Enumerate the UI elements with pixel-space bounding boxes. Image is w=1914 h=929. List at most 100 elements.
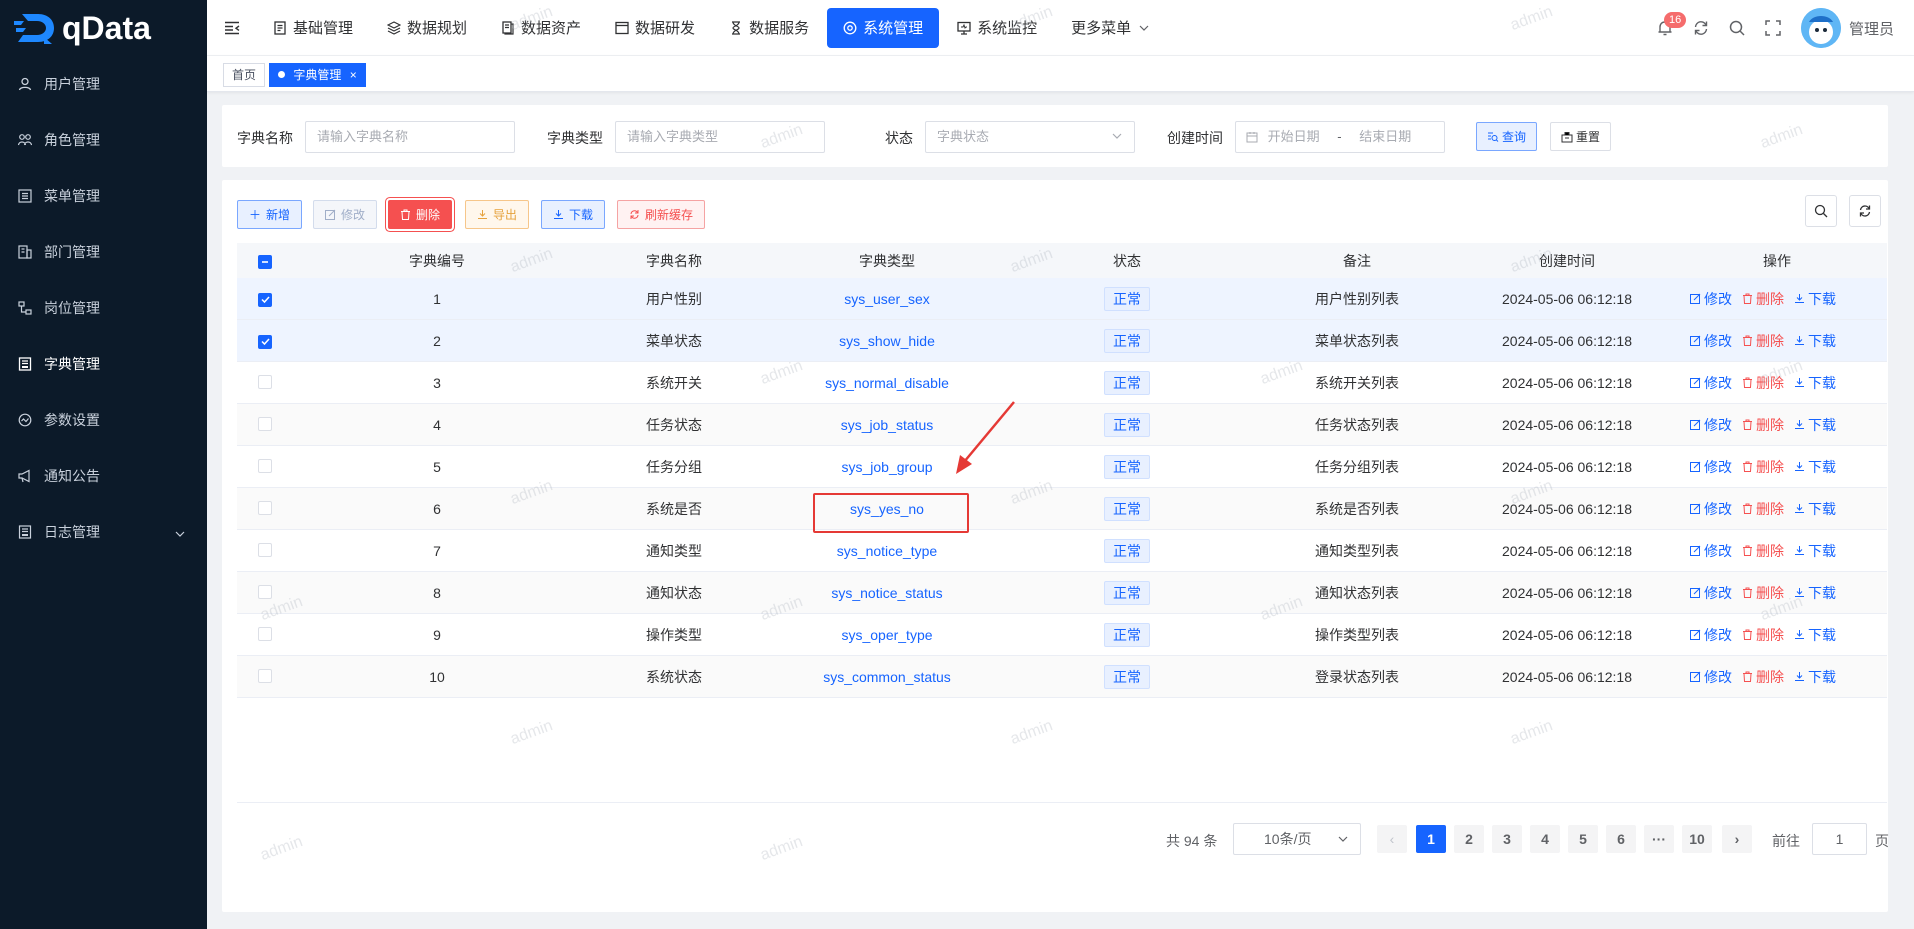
cell-type-link[interactable]: sys_oper_type [767,627,1007,643]
row-download-link[interactable]: 下载 [1794,667,1836,687]
refresh-table-button[interactable] [1849,195,1881,227]
table-row[interactable]: 4 任务状态 sys_job_status 正常 任务状态列表 2024-05-06 06… [237,404,1887,446]
sidebar-item-department[interactable]: 部门管理 [0,224,207,280]
tag-home[interactable]: 首页 [223,63,266,87]
row-edit-link[interactable]: 修改 [1690,541,1732,561]
row-delete-link[interactable]: 删除 [1742,415,1784,435]
row-download-link[interactable]: 下载 [1794,373,1836,393]
sidebar-item-user[interactable]: 用户管理 [0,56,207,112]
date-range-picker[interactable]: 开始日期 - 结束日期 [1235,121,1445,153]
next-page-button[interactable]: › [1722,825,1752,853]
row-delete-link[interactable]: 删除 [1742,289,1784,309]
logo[interactable]: qData [0,0,207,56]
row-download-link[interactable]: 下载 [1794,289,1836,309]
close-icon[interactable]: × [350,68,357,82]
export-button[interactable]: 导出 [465,200,530,229]
edit-button[interactable]: 修改 [313,200,378,229]
row-checkbox[interactable] [258,291,272,307]
sidebar-item-notice[interactable]: 通知公告 [0,448,207,504]
nav-more-menu[interactable]: 更多菜单 [1055,8,1165,48]
row-download-link[interactable]: 下载 [1794,499,1836,519]
nav-data-service[interactable]: 数据服务 [713,8,825,48]
row-checkbox[interactable] [258,417,272,431]
cell-type-link[interactable]: sys_notice_status [767,585,1007,601]
query-button[interactable]: 查询 [1476,122,1538,151]
table-row[interactable]: 3 系统开关 sys_normal_disable 正常 系统开关列表 2024-05-0… [237,362,1887,404]
reset-button[interactable]: 重置 [1550,122,1612,151]
page-6[interactable]: 6 [1606,825,1636,853]
nav-system-management[interactable]: 系统管理 [827,7,940,48]
page-more[interactable]: ··· [1644,825,1674,853]
row-download-link[interactable]: 下载 [1794,331,1836,351]
col-header-remark[interactable]: 备注 [1267,251,1447,271]
page-3[interactable]: 3 [1492,825,1522,853]
table-row[interactable]: 7 通知类型 sys_notice_type 正常 通知类型列表 2024-05-06 0… [237,530,1887,572]
row-edit-link[interactable]: 修改 [1690,625,1732,645]
row-edit-link[interactable]: 修改 [1690,289,1732,309]
cell-type-link[interactable]: sys_common_status [767,669,1007,685]
dict-type-input[interactable]: 请输入字典类型 [615,121,825,153]
col-header-type[interactable]: 字典类型 [767,251,1007,271]
nav-data-assets[interactable]: 数据资产 [485,8,597,48]
table-row[interactable]: 5 任务分组 sys_job_group 正常 任务分组列表 2024-05-06 06:… [237,446,1887,488]
select-all-checkbox[interactable] [258,253,272,269]
col-header-id[interactable]: 字典编号 [357,251,517,271]
page-10[interactable]: 10 [1682,825,1712,853]
row-download-link[interactable]: 下载 [1794,457,1836,477]
table-row[interactable]: 8 通知状态 sys_notice_status 正常 通知状态列表 2024-05-06… [237,572,1887,614]
sidebar-item-menu[interactable]: 菜单管理 [0,168,207,224]
row-checkbox[interactable] [258,333,272,349]
row-download-link[interactable]: 下载 [1794,415,1836,435]
row-checkbox[interactable] [258,585,272,599]
row-checkbox[interactable] [258,669,272,683]
cell-type-link[interactable]: sys_normal_disable [767,375,1007,391]
sidebar-item-settings[interactable]: 参数设置 [0,392,207,448]
row-checkbox[interactable] [258,375,272,389]
goto-page-input[interactable]: 1 [1812,823,1867,855]
row-delete-link[interactable]: 删除 [1742,583,1784,603]
row-checkbox[interactable] [258,459,272,473]
sidebar-item-role[interactable]: 角色管理 [0,112,207,168]
table-row[interactable]: 2 菜单状态 sys_show_hide 正常 菜单状态列表 2024-05-06 06:… [237,320,1887,362]
prev-page-button[interactable]: ‹ [1377,825,1407,853]
cell-type-link[interactable]: sys_user_sex [767,291,1007,307]
row-delete-link[interactable]: 删除 [1742,667,1784,687]
row-download-link[interactable]: 下载 [1794,625,1836,645]
sidebar-item-log[interactable]: 日志管理 [0,504,207,560]
col-header-time[interactable]: 创建时间 [1467,251,1667,271]
table-row[interactable]: 10 系统状态 sys_common_status 正常 登录状态列表 2024-05-0… [237,656,1887,698]
page-size-select[interactable]: 10条/页 [1233,823,1361,855]
nav-basic-management[interactable]: 基础管理 [257,8,369,48]
row-edit-link[interactable]: 修改 [1690,499,1732,519]
status-select[interactable]: 字典状态 [925,121,1135,153]
table-row[interactable]: 1 用户性别 sys_user_sex 正常 用户性别列表 2024-05-06 06:1… [237,278,1887,320]
row-edit-link[interactable]: 修改 [1690,415,1732,435]
row-edit-link[interactable]: 修改 [1690,373,1732,393]
row-download-link[interactable]: 下载 [1794,583,1836,603]
table-row[interactable]: 9 操作类型 sys_oper_type 正常 操作类型列表 2024-05-06 06:… [237,614,1887,656]
cell-type-link[interactable]: sys_notice_type [767,543,1007,559]
row-edit-link[interactable]: 修改 [1690,457,1732,477]
cell-type-link[interactable]: sys_show_hide [767,333,1007,349]
row-edit-link[interactable]: 修改 [1690,667,1732,687]
row-edit-link[interactable]: 修改 [1690,583,1732,603]
row-delete-link[interactable]: 删除 [1742,457,1784,477]
row-delete-link[interactable]: 删除 [1742,373,1784,393]
refresh-button[interactable] [1683,10,1719,46]
row-checkbox[interactable] [258,501,272,515]
row-download-link[interactable]: 下载 [1794,541,1836,561]
row-delete-link[interactable]: 删除 [1742,499,1784,519]
nav-data-development[interactable]: 数据研发 [599,8,711,48]
nav-data-planning[interactable]: 数据规划 [371,8,483,48]
avatar[interactable] [1800,8,1841,48]
refresh-cache-button[interactable]: 刷新缓存 [617,200,706,229]
row-checkbox[interactable] [258,543,272,557]
row-delete-link[interactable]: 删除 [1742,541,1784,561]
row-delete-link[interactable]: 删除 [1742,331,1784,351]
row-checkbox[interactable] [258,627,272,641]
add-button[interactable]: ＋ 新增 [237,200,303,229]
col-header-status[interactable]: 状态 [1087,251,1167,271]
tag-dictionary[interactable]: 字典管理 × [269,63,366,87]
username[interactable]: 管理员 [1849,18,1894,39]
delete-button[interactable]: 删除 [388,200,453,229]
